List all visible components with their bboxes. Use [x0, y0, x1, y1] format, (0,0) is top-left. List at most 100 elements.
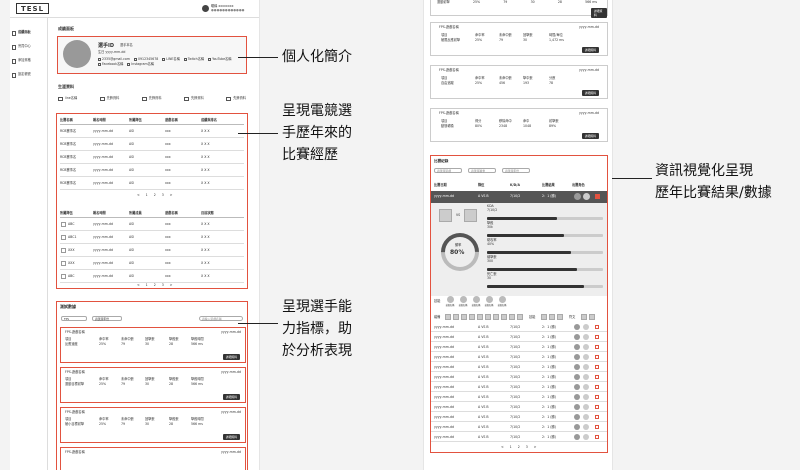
match-row[interactable]: yyyy-mm-dd A VS B 7/10/2 2：1 (勝) — [431, 432, 607, 442]
match-row[interactable]: yyyy-mm-dd A VS B 7/10/2 2：1 (勝) — [431, 372, 607, 382]
filter-select[interactable]: 請選擇年份 — [502, 168, 530, 173]
pager-item[interactable]: 2 — [518, 445, 520, 450]
table-cell: yyyy-mm-dd — [93, 142, 114, 146]
pager-item[interactable]: 2 — [154, 283, 156, 288]
sidebar-item[interactable]: 設定帳號 — [12, 68, 48, 82]
pager-item[interactable]: 3 — [162, 283, 164, 288]
contact-item[interactable]: Twitch名稱 — [183, 57, 204, 62]
match-row[interactable]: yyyy-mm-dd A VS B 7/10/2 2：1 (勝) — [431, 352, 607, 362]
table-row[interactable]: ABC yyyy-mm-dd ASI xxx X X X — [60, 270, 244, 283]
match-row[interactable]: yyyy-mm-dd A VS B 7/10/2 2：1 (勝) — [431, 382, 607, 392]
contact-item[interactable]: LINE名稱 — [162, 57, 180, 62]
table-row[interactable]: RCB賽事名 yyyy-mm-dd ASI xxx X X X — [60, 138, 244, 151]
expand-icon[interactable] — [595, 335, 599, 339]
filter-select[interactable]: 請選擇賽季 — [468, 168, 496, 173]
expand-icon[interactable] — [595, 375, 599, 379]
expanded-header[interactable]: yyyy-mm-dd A VS B 7/10/2 2：1 (勝) — [431, 191, 607, 203]
detail-button[interactable]: 詳細資料 — [591, 8, 607, 18]
table-row[interactable]: ABC1 yyyy-mm-dd ASI xxx X X X — [60, 231, 244, 244]
pager-item[interactable]: > — [170, 283, 173, 288]
pager-item[interactable]: < — [137, 283, 140, 288]
team-a-logo — [439, 209, 452, 222]
expand-icon[interactable] — [595, 325, 599, 329]
sidebar-item[interactable]: 會員中心 — [12, 40, 48, 54]
detail-button[interactable]: 詳細資料 — [581, 47, 599, 53]
match-row[interactable]: yyyy-mm-dd A VS B 7/10/2 2：1 (勝) — [431, 392, 607, 402]
avatar[interactable] — [202, 5, 209, 12]
expand-icon[interactable] — [595, 395, 599, 399]
table-header: 所屬隊伍 報名時間 所屬成員 遊戲名稱 目前狀態 — [60, 209, 244, 218]
table-row[interactable]: RCB賽事名 yyyy-mm-dd ASI xxx X X X — [60, 177, 244, 190]
expand-icon[interactable] — [595, 355, 599, 359]
match-row[interactable]: yyyy-mm-dd A VS B 7/10/2 2：1 (勝) — [431, 342, 607, 352]
expand-icon[interactable] — [595, 435, 599, 439]
match-row[interactable]: yyyy-mm-dd A VS B 7/10/2 2：1 (勝) — [431, 362, 607, 372]
table-cell: xxx — [165, 129, 171, 133]
search-input[interactable]: 請輸入遊戲名稱 — [199, 316, 243, 321]
table-row[interactable]: RCB賽事名 yyyy-mm-dd ASI xxx X X X — [60, 151, 244, 164]
expand-icon[interactable] — [595, 425, 599, 429]
tab-label: 先鋒資料 — [191, 96, 204, 101]
detail-button[interactable]: 詳細資料 — [581, 90, 599, 96]
filter-select[interactable]: 請選擇遊戲 — [434, 168, 462, 173]
expand-icon[interactable] — [595, 415, 599, 419]
team-pager: <1 2 3 > — [137, 283, 173, 288]
row-cell: A VS B — [478, 385, 489, 389]
expand-icon[interactable] — [595, 385, 599, 389]
contact-item[interactable]: Instagram名稱 — [127, 62, 154, 67]
expand-icon[interactable] — [595, 365, 599, 369]
pager-item[interactable]: 2 — [154, 193, 156, 198]
tab-item[interactable]: 先鋒資料 — [226, 96, 246, 101]
item-row-2 — [541, 314, 563, 320]
logo[interactable]: TESL — [16, 3, 50, 14]
match-row[interactable]: yyyy-mm-dd A VS B 7/10/2 2：1 (勝) — [431, 322, 607, 332]
table-row[interactable]: XXX yyyy-mm-dd ASI xxx X X X — [60, 244, 244, 257]
pager-item[interactable]: < — [501, 445, 504, 450]
match-row[interactable]: yyyy-mm-dd A VS B 7/10/2 2：1 (勝) — [431, 402, 607, 412]
pager-item[interactable]: 1 — [146, 283, 148, 288]
detail-button[interactable]: 詳細資料 — [222, 434, 240, 440]
table-row[interactable]: RCB賽事名 yyyy-mm-dd ASI xxx X X X — [60, 125, 244, 138]
genre-select[interactable]: FPS — [61, 316, 87, 321]
match-row[interactable]: yyyy-mm-dd A VS B 7/10/2 2：1 (勝) — [431, 332, 607, 342]
pointer-line-ability — [238, 323, 278, 324]
expand-icon[interactable] — [595, 345, 599, 349]
year-select[interactable]: 請選擇年份 — [92, 316, 122, 321]
item-slot — [509, 314, 515, 320]
collapse-icon[interactable] — [595, 194, 600, 199]
pager-item[interactable]: 1 — [510, 445, 512, 450]
sidebar-item[interactable]: 成績面板 — [12, 26, 48, 40]
pager-item[interactable]: > — [170, 193, 173, 198]
table-cell: ASI — [129, 142, 135, 146]
table-row[interactable]: RCB賽事名 yyyy-mm-dd ASI xxx X X X — [60, 164, 244, 177]
pager-item[interactable]: 3 — [526, 445, 528, 450]
detail-button[interactable]: 詳細資料 — [222, 354, 240, 360]
expand-icon[interactable] — [595, 405, 599, 409]
champion-icon — [574, 374, 580, 380]
detail-button[interactable]: 詳細資料 — [222, 394, 240, 400]
pager-item[interactable]: 3 — [162, 193, 164, 198]
tab-item[interactable]: 先鋒資料 — [184, 96, 204, 101]
stats-list: KDA 7/10/2 擊殺 30k 助攻率 40% 總擊數 300 死亡數 30 — [487, 204, 603, 290]
detail-button[interactable]: 詳細資料 — [581, 133, 599, 139]
tab-item[interactable]: 先鋒資料 — [141, 96, 162, 101]
pager-item[interactable]: < — [137, 193, 140, 198]
contact-item[interactable]: Facebook名稱 — [98, 62, 123, 67]
item-slot — [501, 314, 507, 320]
stat-value: 456 — [499, 81, 506, 85]
history-table: 比賽名稱 報名時間 所屬隊伍 遊戲名稱 成績與排名 RCB賽事名 yyyy-mm-dd ASI… — [60, 116, 244, 190]
pager-item[interactable]: 1 — [146, 193, 148, 198]
table-row[interactable]: ABC yyyy-mm-dd ASI xxx X X X — [60, 218, 244, 231]
results-pager: <1 2 3 > — [501, 445, 537, 450]
sidebar-item[interactable]: 參加資格 — [12, 54, 48, 68]
match-row[interactable]: yyyy-mm-dd A VS B 7/10/2 2：1 (勝) — [431, 412, 607, 422]
contact-item[interactable]: YouTube名稱 — [208, 57, 231, 62]
stat-value: 300 — [487, 258, 494, 263]
table-row[interactable]: XXX yyyy-mm-dd ASI xxx X X X — [60, 257, 244, 270]
pager-item[interactable]: > — [534, 445, 537, 450]
tab-item[interactable]: 先鋒資料 — [99, 96, 119, 101]
tab-item[interactable]: line名稱 — [58, 96, 77, 101]
match-row[interactable]: yyyy-mm-dd A VS B 7/10/2 2：1 (勝) — [431, 422, 607, 432]
row-cell: 7/10/2 — [510, 355, 521, 359]
table-cell: xxx — [165, 248, 171, 252]
